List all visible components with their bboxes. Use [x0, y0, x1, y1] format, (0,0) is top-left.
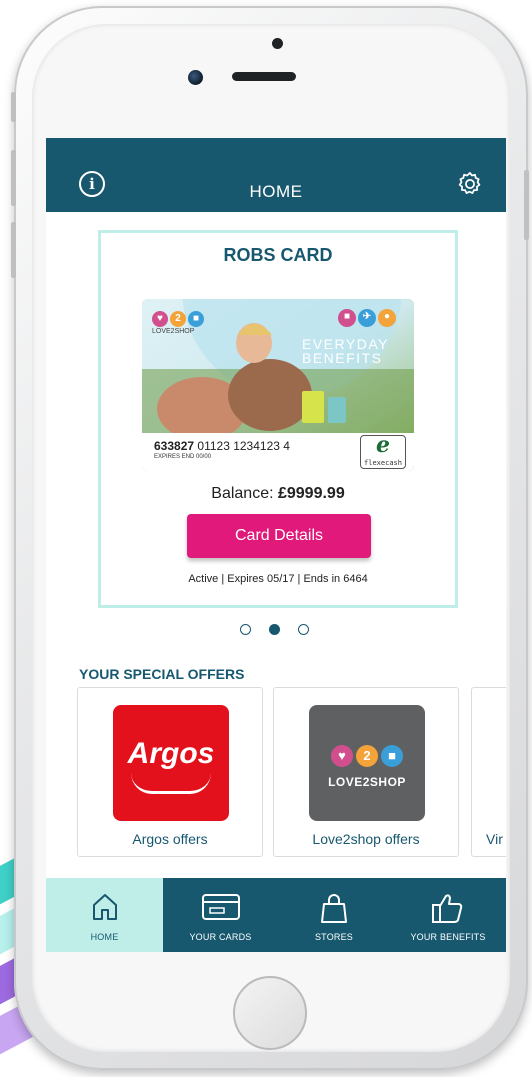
tab-your-cards[interactable]: YOUR CARDS — [163, 878, 278, 952]
app-header: i HOME — [46, 138, 506, 212]
offer-card-love2shop[interactable]: ♥ 2 ■ LOVE2SHOP Love2shop offers — [273, 687, 459, 857]
card-tagline: EVERYDAY BENEFITS — [302, 336, 389, 366]
love2shop-logo: ♥ 2 ■ LOVE2SHOP — [152, 311, 204, 335]
app-screen: i HOME ROBS CARD ♥ 2 ■ LOVE2SHOP ■ ✈ ● E… — [46, 138, 506, 952]
pager-dot[interactable] — [240, 624, 251, 635]
volume-down-button — [11, 222, 16, 278]
card-pager — [240, 624, 309, 635]
power-button — [524, 170, 529, 240]
benefit-icons: ■ ✈ ● — [338, 309, 396, 327]
home-icon — [92, 894, 117, 920]
front-camera — [188, 70, 203, 85]
page-title: HOME — [249, 182, 303, 201]
silent-switch — [11, 92, 16, 122]
card-title: ROBS CARD — [223, 245, 333, 265]
offer-label: Vir — [486, 831, 503, 847]
tab-your-benefits[interactable]: YOUR BENEFITS — [390, 878, 506, 952]
earpiece-speaker — [232, 72, 296, 81]
proximity-sensor — [272, 38, 283, 49]
pager-dot-active[interactable] — [269, 624, 280, 635]
card-balance: Balance: £9999.99 — [211, 485, 345, 502]
argos-logo: Argos — [113, 705, 229, 821]
card-status: Active | Expires 05/17 | Ends in 6464 — [188, 573, 368, 585]
offer-card-argos[interactable]: Argos Argos offers — [77, 687, 263, 857]
card-expiry-small: EXPIRES END 00/00 — [154, 454, 212, 460]
pager-dot[interactable] — [298, 624, 309, 635]
flexecash-logo: e flexecash — [360, 432, 406, 469]
offer-card-partial[interactable]: Vir — [471, 687, 506, 857]
home-hardware-button[interactable] — [233, 976, 307, 1050]
card-icon — [201, 894, 240, 920]
thumbs-up-icon — [432, 894, 463, 923]
shopping-bag-icon — [321, 894, 347, 923]
tab-stores[interactable]: STORES — [278, 878, 390, 952]
offer-label: Argos offers — [132, 831, 208, 847]
card-info-strip: 633827 01123 1234123 4 EXPIRES END 00/00… — [142, 432, 414, 471]
volume-up-button — [11, 150, 16, 206]
tab-home[interactable]: HOME — [46, 878, 163, 952]
card-number: 633827 01123 1234123 4 — [154, 439, 290, 453]
card-panel: ROBS CARD ♥ 2 ■ LOVE2SHOP ■ ✈ ● EVERYDAY… — [98, 230, 458, 608]
love2shop-offer-logo: ♥ 2 ■ LOVE2SHOP — [309, 705, 425, 821]
offers-section-title: YOUR SPECIAL OFFERS — [79, 666, 245, 682]
card-details-button[interactable]: Card Details — [187, 514, 371, 558]
gear-icon[interactable] — [456, 170, 484, 198]
bottom-tab-bar: HOME YOUR CARDS STORES YOUR BENEFITS — [46, 878, 506, 952]
offer-label: Love2shop offers — [312, 831, 420, 847]
card-image[interactable]: ♥ 2 ■ LOVE2SHOP ■ ✈ ● EVERYDAY BENEFITS … — [142, 299, 414, 471]
